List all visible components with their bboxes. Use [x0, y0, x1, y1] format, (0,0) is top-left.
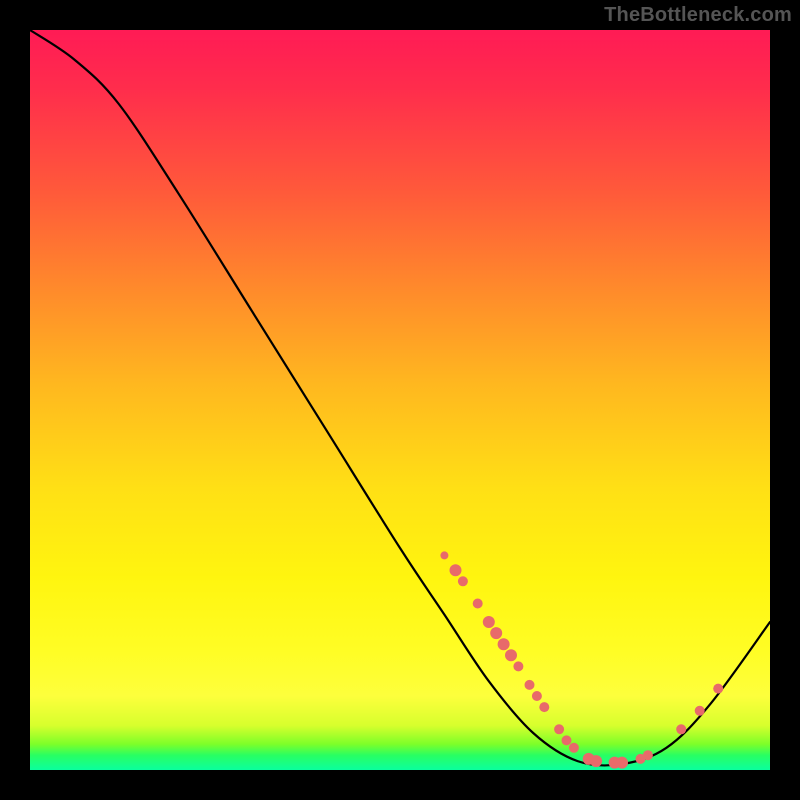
data-marker — [505, 649, 517, 661]
data-marker — [695, 706, 705, 716]
chart-svg — [30, 30, 770, 770]
data-marker — [554, 724, 564, 734]
data-marker — [562, 735, 572, 745]
data-marker — [440, 551, 448, 559]
chart-frame: TheBottleneck.com — [0, 0, 800, 800]
data-marker — [676, 724, 686, 734]
data-marker — [643, 750, 653, 760]
data-marker — [616, 757, 628, 769]
data-marker — [473, 599, 483, 609]
data-marker — [483, 616, 495, 628]
data-marker — [450, 564, 462, 576]
data-marker — [532, 691, 542, 701]
data-marker — [713, 684, 723, 694]
data-marker — [539, 702, 549, 712]
data-marker — [569, 743, 579, 753]
plot-area — [30, 30, 770, 770]
curve-line — [30, 30, 770, 765]
data-marker — [525, 680, 535, 690]
data-marker — [458, 576, 468, 586]
data-marker — [590, 755, 602, 767]
data-marker — [513, 661, 523, 671]
watermark-text: TheBottleneck.com — [604, 4, 792, 27]
data-marker — [490, 627, 502, 639]
data-marker — [498, 638, 510, 650]
